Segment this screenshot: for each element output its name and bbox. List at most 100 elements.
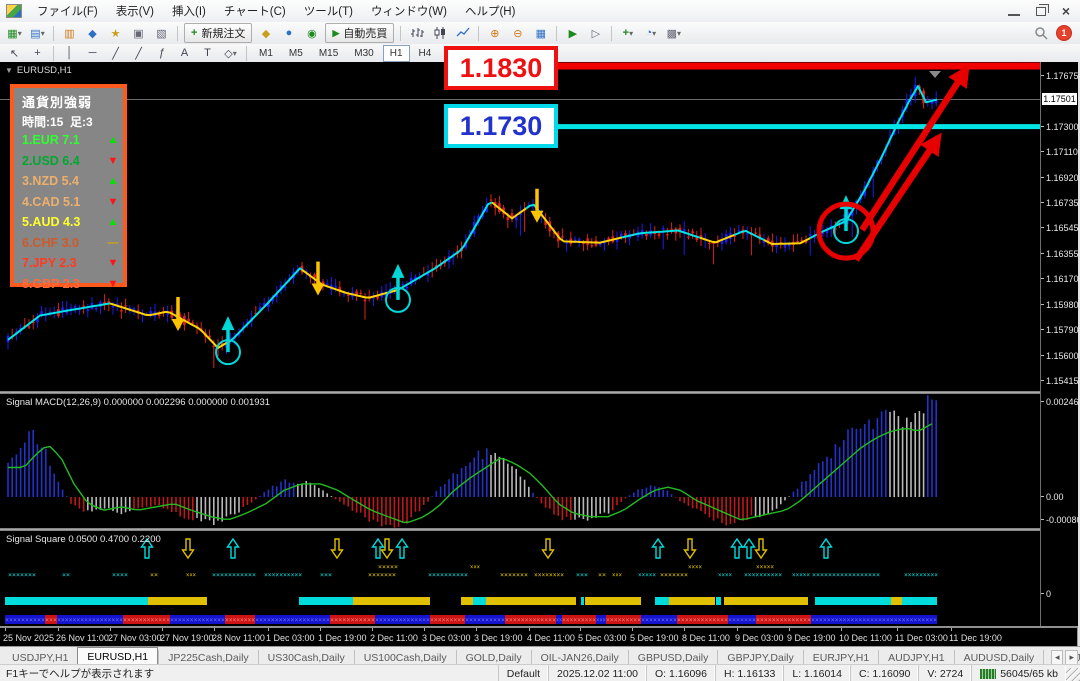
time-axis-tick xyxy=(268,628,269,631)
channel-tool-button[interactable]: ╱ xyxy=(128,44,149,63)
svg-text:×××: ××× xyxy=(186,571,196,579)
restore-button[interactable] xyxy=(1035,6,1046,16)
zoom-out-button[interactable]: ⊖ xyxy=(507,24,528,43)
close-button[interactable]: × xyxy=(1062,4,1070,18)
collapse-icon[interactable]: ▼ xyxy=(5,66,13,75)
search-icon[interactable] xyxy=(1034,26,1048,40)
chart-tab-us100cash-daily[interactable]: US100Cash,Daily xyxy=(353,650,456,665)
time-axis-tick xyxy=(580,628,581,631)
auto-scroll-button[interactable]: ▶ xyxy=(562,24,583,43)
timeframe-m1[interactable]: M1 xyxy=(252,45,280,62)
timeframe-m5[interactable]: M5 xyxy=(282,45,310,62)
time-axis-tick xyxy=(214,628,215,631)
new-order-button[interactable]: + 新規注文 xyxy=(184,23,253,43)
chart-tab-audusd-daily[interactable]: AUDUSD,Daily xyxy=(953,650,1044,665)
favorites-button[interactable]: ★ xyxy=(105,24,126,43)
time-axis-label: 26 Nov 11:00 xyxy=(56,633,109,643)
svg-text:××××××××: ×××××××× xyxy=(534,571,564,579)
svg-text:×××××××××××××××××: ××××××××××××××××× xyxy=(57,616,123,624)
svg-text:××××××××××××: ×××××××××××× xyxy=(123,616,170,624)
timeframe-h1[interactable]: H1 xyxy=(382,44,410,62)
indicators-button[interactable]: + ▾ xyxy=(617,24,638,43)
chart-tab-eurusd-h1[interactable]: EURUSD,H1 xyxy=(77,647,159,665)
navigator-button[interactable]: ◆ xyxy=(82,24,103,43)
menu-charts[interactable]: チャート(C) xyxy=(215,3,295,19)
toolbar-separator xyxy=(246,45,247,61)
resize-grip[interactable] xyxy=(1066,668,1080,681)
time-axis-tick xyxy=(951,628,952,631)
chart-shift-button[interactable]: ▷ xyxy=(585,24,606,43)
time-axis-label: 2 Dec 11:00 xyxy=(370,633,418,643)
cursor-icon: ↖ xyxy=(9,47,20,60)
strategy-tester-button[interactable]: ▧ xyxy=(151,24,172,43)
menu-tools[interactable]: ツール(T) xyxy=(295,3,362,19)
chevron-down-icon: ▾ xyxy=(40,28,45,38)
text-tool-button[interactable]: A xyxy=(174,44,195,63)
line-chart-button[interactable] xyxy=(452,24,473,43)
status-profile[interactable]: Default xyxy=(497,665,548,681)
periods-button[interactable]: ◔ ▾ xyxy=(640,24,661,43)
chart-tab-jp225cash-daily[interactable]: JP225Cash,Daily xyxy=(158,650,258,665)
chart-tab-eurjpy-h1[interactable]: EURJPY,H1 xyxy=(802,650,878,665)
time-axis-label: 9 Dec 19:00 xyxy=(787,633,836,643)
chart-tab-gold-daily[interactable]: GOLD,Daily xyxy=(455,650,531,665)
market-watch-icon: ▥ xyxy=(64,27,75,40)
trendline-tool-button[interactable]: ╱ xyxy=(105,44,126,63)
up-arrow-icon: ▲ xyxy=(107,175,119,188)
cursor-tool-button[interactable]: ↖ xyxy=(4,44,25,63)
chart-tab-gbpjpy-daily[interactable]: GBPJPY,Daily xyxy=(717,650,802,665)
status-volume: V: 2724 xyxy=(918,665,971,681)
bar-chart-button[interactable] xyxy=(406,24,427,43)
fibonacci-tool-button[interactable]: ƒ xyxy=(151,44,172,63)
time-axis[interactable]: 25 Nov 2025 26 Nov 11:00 27 Nov 03:00 27 No… xyxy=(0,628,1077,646)
time-axis-label: 1 Dec 03:00 xyxy=(266,633,315,643)
crosshair-tool-button[interactable]: + xyxy=(27,44,48,63)
tile-windows-button[interactable]: ▦ xyxy=(530,24,551,43)
price-scale[interactable]: 1.17675 1.17300 1.17110 1.16920 1.16735 1.165… xyxy=(1040,62,1080,626)
time-axis-tick xyxy=(841,628,842,631)
templates-button[interactable]: ▩ ▾ xyxy=(663,24,684,43)
timeframe-h4[interactable]: H4 xyxy=(412,45,439,62)
chart-tab-audjpy-h1[interactable]: AUDJPY,H1 xyxy=(878,650,953,665)
macd-panel[interactable]: Signal MACD(12,26,9) 0.000000 0.002296 0… xyxy=(0,394,1040,528)
metaeditor-button[interactable]: ◆ xyxy=(255,24,276,43)
new-chart-button[interactable]: ▦ ▾ xyxy=(4,24,25,43)
chart-tab-oil-jan26-daily[interactable]: OIL-JAN26,Daily xyxy=(530,650,628,665)
timeframe-m15[interactable]: M15 xyxy=(312,45,345,62)
play-icon: ▶ xyxy=(332,27,340,38)
chart-tab-usdjpy-h1[interactable]: USDJPY,H1 xyxy=(3,650,77,665)
tab-scroll-left-icon[interactable]: ◂ xyxy=(1050,650,1064,665)
terminal-icon: ▣ xyxy=(133,27,144,40)
menu-insert[interactable]: 挿入(I) xyxy=(163,3,215,19)
candle-chart-button[interactable] xyxy=(429,24,450,43)
zoom-in-button[interactable]: ⊕ xyxy=(484,24,505,43)
menu-file[interactable]: ファイル(F) xyxy=(28,3,107,19)
minimize-button[interactable] xyxy=(1007,6,1020,16)
chart-symbol-label[interactable]: ▼ EURUSD,H1 xyxy=(5,65,72,76)
signals-button[interactable]: ◉ xyxy=(301,24,322,43)
chart-window[interactable]: ▼ EURUSD,H1 通貨別強弱 時間:15 足:3 1.EUR 7.1 ▲ 2.… xyxy=(0,62,1080,646)
tester-icon: ▧ xyxy=(156,27,167,40)
vertical-line-tool-button[interactable]: │ xyxy=(59,44,80,63)
chart-tab-gbpusd-daily[interactable]: GBPUSD,Daily xyxy=(627,650,718,665)
menu-help[interactable]: ヘルプ(H) xyxy=(456,3,524,19)
signal-square-panel[interactable]: ××××××× ×× ×××× ×× ××× ××××××××××× ×××××××××× ×… xyxy=(0,531,1040,626)
profiles-button[interactable]: ▤ ▾ xyxy=(27,24,48,43)
menu-view[interactable]: 表示(V) xyxy=(107,3,163,19)
autotrade-button[interactable]: ▶ 自動売買 xyxy=(325,23,395,43)
strength-row: 8.GBP 2.3 ▼ xyxy=(22,274,123,295)
timeframe-m30[interactable]: M30 xyxy=(347,45,380,62)
terminal-button[interactable]: ▣ xyxy=(128,24,149,43)
time-axis-tick xyxy=(320,628,321,631)
label-tool-button[interactable]: T xyxy=(197,44,218,63)
chart-tab-us30cash-daily[interactable]: US30Cash,Daily xyxy=(257,650,354,665)
chevron-down-icon: ▾ xyxy=(652,28,657,38)
horizontal-line-tool-button[interactable]: ─ xyxy=(82,44,103,63)
menu-window[interactable]: ウィンドウ(W) xyxy=(362,3,456,19)
notification-badge[interactable]: 1 xyxy=(1056,25,1072,41)
market-watch-button[interactable]: ▥ xyxy=(59,24,80,43)
experts-button[interactable]: ● xyxy=(278,24,299,43)
shapes-tool-button[interactable]: ◇ ▾ xyxy=(220,44,241,63)
toolbar-separator xyxy=(556,25,558,41)
tab-scroll-right-icon[interactable]: ▸ xyxy=(1065,650,1078,665)
